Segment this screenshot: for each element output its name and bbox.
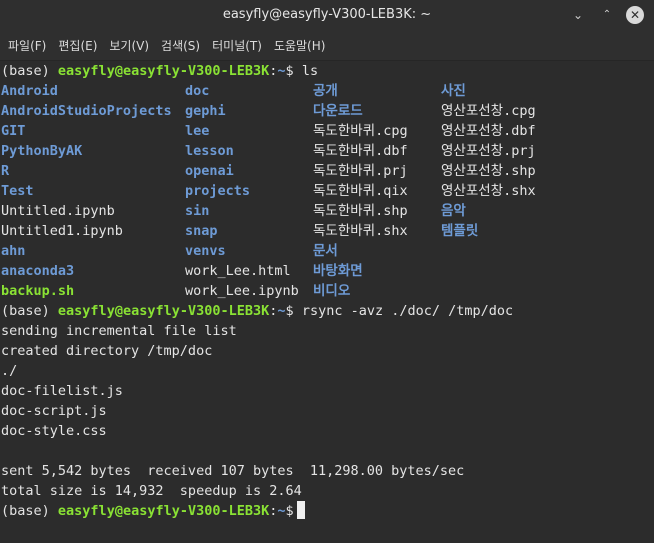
window-title: easyfly@easyfly-V300-LEB3K: ~ — [222, 7, 432, 22]
directory-entry: 템플릿 — [441, 223, 479, 239]
file-entry: 영산포선창.shx — [441, 183, 536, 199]
menu-file[interactable]: 파일(F) — [2, 37, 52, 54]
title-bar: easyfly@easyfly-V300-LEB3K: ~ ⌄ ⌃ ✕ — [0, 0, 654, 31]
directory-entry: 공개 — [313, 83, 338, 99]
prompt-path: ~ — [277, 63, 286, 79]
ls-row: Android doc 공개 사진 — [0, 81, 654, 101]
output-line: sent 5,542 bytes received 107 bytes 11,2… — [1, 463, 465, 479]
directory-entry: projects — [185, 183, 251, 199]
maximize-button[interactable]: ⌃ — [597, 5, 617, 25]
close-button[interactable]: ✕ — [626, 6, 644, 24]
prompt-path: ~ — [277, 503, 286, 519]
ls-row: AndroidStudioProjects gephi 다운로드 영산포선창.cpg — [0, 101, 654, 121]
prompt-symbol: $ — [285, 63, 294, 79]
menu-edit[interactable]: 편집(E) — [52, 37, 103, 54]
directory-entry: Android — [1, 83, 58, 99]
directory-entry: sin — [185, 203, 210, 219]
prompt-env: (base) — [1, 63, 50, 79]
file-entry: 독도한바퀴.dbf — [313, 143, 408, 159]
output-line: doc-filelist.js — [1, 383, 123, 399]
directory-entry: 문서 — [313, 243, 338, 259]
text-cursor — [296, 501, 305, 519]
file-entry: work_Lee.ipynb — [185, 283, 299, 299]
output-line: sending incremental file list — [1, 323, 237, 339]
directory-entry: anaconda3 — [1, 263, 75, 279]
directory-entry: 비디오 — [313, 283, 351, 299]
ls-row: backup.sh work_Lee.ipynb 비디오 — [0, 281, 654, 301]
directory-entry: gephi — [185, 103, 226, 119]
ls-row: Untitled1.ipynb snap 독도한바퀴.shx 템플릿 — [0, 221, 654, 241]
output-line: total size is 14,932 speedup is 2.64 — [1, 483, 302, 499]
ls-row: anaconda3 work_Lee.html 바탕화면 — [0, 261, 654, 281]
prompt-user-host: easyfly@easyfly-V300-LEB3K — [57, 63, 270, 79]
directory-entry: openai — [185, 163, 234, 179]
file-entry: 영산포선창.cpg — [441, 103, 536, 119]
file-entry: Untitled1.ipynb — [1, 223, 123, 239]
file-entry: 독도한바퀴.qix — [313, 183, 408, 199]
prompt-symbol: $ — [285, 503, 294, 519]
directory-entry: R — [1, 163, 10, 179]
prompt-env: (base) — [1, 303, 50, 319]
ls-row: PythonByAK lesson 독도한바퀴.dbf 영산포선창.prj — [0, 141, 654, 161]
directory-entry: 사진 — [441, 83, 466, 99]
directory-entry: 바탕화면 — [313, 263, 363, 279]
directory-entry: snap — [185, 223, 218, 239]
menu-terminal[interactable]: 터미널(T) — [206, 37, 268, 54]
terminal-window: easyfly@easyfly-V300-LEB3K: ~ ⌄ ⌃ ✕ 파일(F… — [0, 0, 654, 543]
directory-entry: lesson — [185, 143, 234, 159]
file-entry: 독도한바퀴.shx — [313, 223, 408, 239]
ls-row: Test projects 독도한바퀴.qix 영산포선창.shx — [0, 181, 654, 201]
menu-help[interactable]: 도움말(H) — [268, 37, 332, 54]
output-line: doc-script.js — [1, 403, 107, 419]
command-text: rsync -avz ./doc/ /tmp/doc — [301, 303, 514, 319]
directory-entry: 음악 — [441, 203, 466, 219]
directory-entry: Test — [1, 183, 34, 199]
menu-bar: 파일(F) 편집(E) 보기(V) 검색(S) 터미널(T) 도움말(H) — [0, 31, 654, 61]
directory-entry: AndroidStudioProjects — [1, 103, 172, 119]
ls-row: Ropenai 독도한바퀴.prj 영산포선창.shp — [0, 161, 654, 181]
prompt-env: (base) — [1, 503, 50, 519]
directory-entry: PythonByAK — [1, 143, 83, 159]
file-entry: 독도한바퀴.cpg — [313, 123, 408, 139]
prompt-user-host: easyfly@easyfly-V300-LEB3K — [57, 303, 270, 319]
file-entry: 독도한바퀴.prj — [313, 163, 408, 179]
ls-row: GIT lee 독도한바퀴.cpg 영산포선창.dbf — [0, 121, 654, 141]
prompt-line: (base) easyfly@easyfly-V300-LEB3K:~$ rsy… — [0, 301, 654, 321]
ls-row: Untitled.ipynb sin 독도한바퀴.shp 음악 — [0, 201, 654, 221]
menu-search[interactable]: 검색(S) — [155, 37, 206, 54]
prompt-line: (base) easyfly@easyfly-V300-LEB3K:~$ ls — [0, 61, 654, 81]
prompt-line-active: (base) easyfly@easyfly-V300-LEB3K:~$ — [0, 501, 654, 521]
directory-entry: venvs — [185, 243, 226, 259]
output-line: doc-style.css — [1, 423, 107, 439]
terminal-output[interactable]: (base) easyfly@easyfly-V300-LEB3K:~$ ls … — [0, 61, 654, 543]
directory-entry: 다운로드 — [313, 103, 363, 119]
prompt-path: ~ — [277, 303, 286, 319]
file-entry: 독도한바퀴.shp — [313, 203, 408, 219]
command-text: ls — [301, 63, 319, 79]
menu-view[interactable]: 보기(V) — [103, 37, 155, 54]
output-line: created directory /tmp/doc — [1, 343, 213, 359]
minimize-button[interactable]: ⌄ — [568, 5, 588, 25]
prompt-user-host: easyfly@easyfly-V300-LEB3K — [57, 503, 270, 519]
ls-row: ahn venvs 문서 — [0, 241, 654, 261]
file-entry: 영산포선창.dbf — [441, 123, 536, 139]
directory-entry: lee — [185, 123, 210, 139]
file-entry: 영산포선창.prj — [441, 143, 536, 159]
directory-entry: doc — [185, 83, 210, 99]
executable-entry: backup.sh — [1, 283, 75, 299]
prompt-symbol: $ — [285, 303, 294, 319]
directory-entry: GIT — [1, 123, 26, 139]
output-line: ./ — [1, 363, 18, 379]
file-entry: 영산포선창.shp — [441, 163, 536, 179]
ls-listing: Android doc 공개 사진 AndroidStudioProjects gephi… — [0, 81, 654, 301]
directory-entry: ahn — [1, 243, 26, 259]
file-entry: work_Lee.html — [185, 263, 291, 279]
file-entry: Untitled.ipynb — [1, 203, 115, 219]
